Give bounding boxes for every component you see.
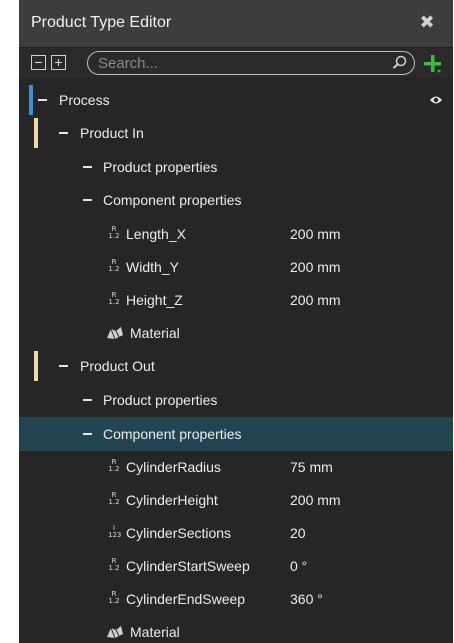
product-in-marker xyxy=(34,118,38,148)
node-label: Product Out xyxy=(80,358,155,374)
real-number-icon: R 1.2 xyxy=(108,590,120,605)
node-label: Product properties xyxy=(103,159,218,175)
property-value[interactable]: 200 mm xyxy=(290,292,341,308)
material-icon xyxy=(107,327,123,340)
real-number-icon: R 1.2 xyxy=(108,291,120,306)
close-button[interactable]: ✖ xyxy=(415,10,439,34)
collapse-toggle[interactable] xyxy=(83,399,92,401)
plus-icon[interactable] xyxy=(421,51,445,75)
tree-node-product-properties[interactable]: Product properties xyxy=(19,383,453,417)
property-row[interactable]: R 1.2 CylinderRadius 75 mm xyxy=(19,450,453,484)
property-name: CylinderHeight xyxy=(126,492,218,508)
collapse-toggle[interactable] xyxy=(59,132,68,134)
toolbar: − + xyxy=(19,48,453,77)
node-label: Process xyxy=(59,92,110,108)
property-row[interactable]: R 1.2 CylinderStartSweep 0 ° xyxy=(19,549,453,583)
process-marker xyxy=(29,85,33,115)
property-name: Length_X xyxy=(126,226,186,242)
property-name: Width_Y xyxy=(126,259,179,275)
property-value[interactable]: 200 mm xyxy=(290,226,341,242)
collapse-all-button[interactable]: − xyxy=(31,55,46,70)
node-label: Product properties xyxy=(103,392,218,408)
real-number-icon: R 1.2 xyxy=(108,225,120,240)
search-input[interactable] xyxy=(87,51,415,75)
property-name: CylinderStartSweep xyxy=(126,558,250,574)
collapse-toggle[interactable] xyxy=(59,365,68,367)
node-label: Material xyxy=(130,624,180,640)
tree-node-process[interactable]: Process xyxy=(19,83,453,117)
integer-icon: I 123 xyxy=(108,524,122,539)
expand-icon: + xyxy=(54,54,63,70)
tree-node-component-properties[interactable]: Component properties xyxy=(19,417,453,451)
property-row[interactable]: R 1.2 Width_Y 200 mm xyxy=(19,250,453,284)
collapse-toggle[interactable] xyxy=(83,166,92,168)
collapse-toggle[interactable] xyxy=(83,433,92,435)
title-bar: Product Type Editor ✖ xyxy=(19,0,453,48)
property-value[interactable]: 75 mm xyxy=(290,459,333,475)
window-title: Product Type Editor xyxy=(31,14,172,31)
property-row[interactable]: I 123 CylinderSections 20 xyxy=(19,516,453,550)
property-row[interactable]: R 1.2 Height_Z 200 mm xyxy=(19,283,453,317)
product-type-editor-panel: Product Type Editor ✖ − + Process xyxy=(19,0,453,643)
node-label: Product In xyxy=(80,125,144,141)
tree-node-product-out[interactable]: Product Out xyxy=(19,349,453,383)
real-number-icon: R 1.2 xyxy=(108,258,120,273)
material-icon xyxy=(107,626,123,639)
node-label: Material xyxy=(130,325,180,341)
collapse-icon: − xyxy=(34,54,43,70)
property-row[interactable]: R 1.2 CylinderEndSweep 360 ° xyxy=(19,582,453,616)
property-row[interactable]: R 1.2 CylinderHeight 200 mm xyxy=(19,483,453,517)
real-number-icon: R 1.2 xyxy=(108,458,120,473)
property-row[interactable]: R 1.2 Length_X 200 mm xyxy=(19,217,453,251)
node-label: Component properties xyxy=(103,192,242,208)
tree-node-component-properties[interactable]: Component properties xyxy=(19,183,453,217)
tree-node-product-in[interactable]: Product In xyxy=(19,116,453,150)
property-value[interactable]: 20 xyxy=(290,525,306,541)
property-value[interactable]: 200 mm xyxy=(290,259,341,275)
property-name: CylinderSections xyxy=(126,525,232,541)
node-label: Component properties xyxy=(103,426,242,442)
property-name: CylinderEndSweep xyxy=(126,591,246,607)
tree-node-material[interactable]: Material xyxy=(19,316,453,350)
property-value[interactable]: 360 ° xyxy=(290,591,323,607)
collapse-toggle[interactable] xyxy=(83,199,92,201)
expand-all-button[interactable]: + xyxy=(51,55,66,70)
property-name: Height_Z xyxy=(126,292,183,308)
property-value[interactable]: 0 ° xyxy=(290,558,307,574)
tree-node-material[interactable]: Material xyxy=(19,615,453,643)
real-number-icon: R 1.2 xyxy=(108,557,120,572)
tree-node-product-properties[interactable]: Product properties xyxy=(19,150,453,184)
collapse-toggle[interactable] xyxy=(38,99,47,101)
product-out-marker xyxy=(34,351,38,381)
real-number-icon: R 1.2 xyxy=(108,491,120,506)
property-name: CylinderRadius xyxy=(126,459,221,475)
search-icon[interactable] xyxy=(390,54,410,70)
eye-icon[interactable] xyxy=(429,94,443,106)
property-value[interactable]: 200 mm xyxy=(290,492,341,508)
